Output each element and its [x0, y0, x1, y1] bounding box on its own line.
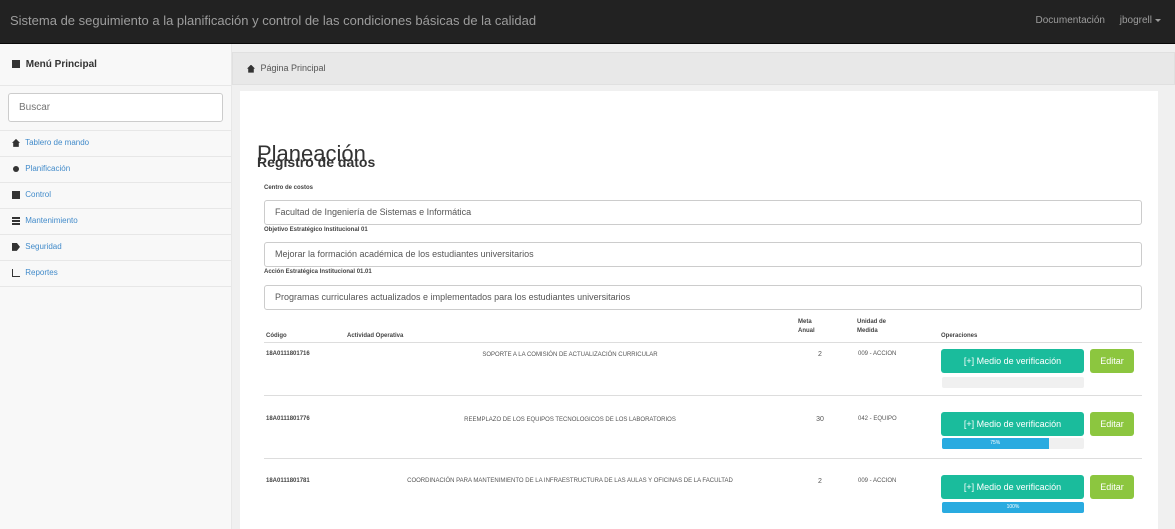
sidebar-item-label: Control [25, 190, 52, 199]
row-2-unit: 042 - EQUIPO [858, 416, 897, 422]
tag-icon [12, 242, 20, 251]
row-3-goal: 2 [818, 478, 822, 485]
cost-center-field[interactable]: Facultad de Ingeniería de Sistemas e Inf… [264, 200, 1142, 225]
progress-bar: 75% [942, 438, 1084, 449]
progress-bar: 100% [942, 502, 1084, 513]
app-title[interactable]: Sistema de seguimiento a la planificació… [10, 13, 536, 28]
sidebar-item-label: Planificación [25, 164, 71, 173]
header-operations: Operaciones [941, 333, 978, 339]
sidebar-item-label: Tablero de mando [25, 138, 90, 147]
edit-button[interactable]: Editar [1090, 412, 1134, 436]
sidebar-item-label: Reportes [25, 268, 58, 277]
grid-icon [12, 190, 20, 199]
section-title: Registro de datos [257, 154, 376, 170]
verification-button[interactable]: [+] Medio de verificación [941, 412, 1084, 436]
verification-button[interactable]: [+] Medio de verificación [941, 475, 1084, 499]
sidebar-search [0, 86, 231, 131]
cost-center-label: Centro de costos [264, 185, 314, 191]
sidebar-item-label: Seguridad [25, 242, 62, 251]
row-divider [264, 395, 1142, 396]
progress-fill: 75% [942, 438, 1049, 449]
home-icon [12, 138, 20, 147]
documentation-link[interactable]: Documentación [1036, 15, 1105, 26]
sidebar-header: Menú Principal [0, 44, 231, 86]
header-unit: Unidad de Medida [857, 319, 887, 334]
breadcrumb-label[interactable]: Página Principal [261, 63, 326, 73]
row-divider [264, 458, 1142, 459]
breadcrumb: Página Principal [232, 52, 1175, 85]
edit-button[interactable]: Editar [1090, 349, 1134, 373]
search-input[interactable] [8, 93, 223, 122]
sidebar-item-planning[interactable]: Planificación [0, 157, 231, 183]
progress-fill: 100% [942, 502, 1084, 513]
row-1-goal: 2 [818, 351, 822, 358]
top-navbar: Sistema de seguimiento a la planificació… [0, 0, 1175, 44]
menu-icon [12, 60, 20, 69]
sidebar-title: Menú Principal [25, 59, 97, 70]
row-1-code: 18A0111801716 [266, 351, 310, 357]
sidebar-item-security[interactable]: Seguridad [0, 235, 231, 261]
main-panel: Planeación Registro de datos Centro de c… [240, 91, 1158, 529]
progress-bar [942, 377, 1084, 388]
row-2-code: 18A0111801776 [266, 416, 310, 422]
table-header-divider [264, 342, 1142, 343]
verification-button[interactable]: [+] Medio de verificación [941, 349, 1084, 373]
row-3-activity: COORDINACIÓN PARA MANTENIMIENTO DE LA IN… [407, 478, 733, 484]
sidebar-item-reports[interactable]: Reportes [0, 261, 231, 287]
strategic-objective-label: Objetivo Estratégico Institucional 01 [264, 227, 368, 233]
sidebar-item-control[interactable]: Control [0, 183, 231, 209]
row-1-unit: 009 - ACCION [858, 351, 897, 357]
sidebar-item-label: Mantenimiento [25, 216, 78, 225]
row-3-code: 18A0111801781 [266, 478, 310, 484]
list-icon [12, 216, 20, 225]
sidebar: Menú Principal Tablero de mando Planific… [0, 44, 232, 529]
header-activity: Actividad Operativa [347, 333, 404, 339]
row-2-goal: 30 [816, 416, 824, 423]
sidebar-item-dashboard[interactable]: Tablero de mando [0, 131, 231, 157]
circle-icon [13, 165, 19, 172]
edit-button[interactable]: Editar [1090, 475, 1134, 499]
row-1-activity: SOPORTE A LA COMISIÓN DE ACTUALIZACIÓN C… [482, 352, 658, 358]
strategic-action-field[interactable]: Programas curriculares actualizados e im… [264, 285, 1142, 310]
row-3-unit: 009 - ACCION [858, 478, 897, 484]
sidebar-item-maintenance[interactable]: Mantenimiento [0, 209, 231, 235]
header-code: Código [266, 333, 287, 339]
user-name: jbogrell [1119, 15, 1152, 26]
strategic-action-label: Acción Estratégica Institucional 01.01 [264, 269, 372, 275]
caret-down-icon [1155, 18, 1161, 22]
user-menu[interactable]: jbogrell [1120, 15, 1161, 26]
row-2-activity: REEMPLAZO DE LOS EQUIPOS TECNOLOGICOS DE… [464, 417, 676, 423]
chart-icon [12, 268, 20, 277]
strategic-objective-field[interactable]: Mejorar la formación académica de los es… [264, 242, 1142, 267]
home-icon [247, 64, 255, 73]
header-goal: Meta Anual [798, 319, 815, 334]
